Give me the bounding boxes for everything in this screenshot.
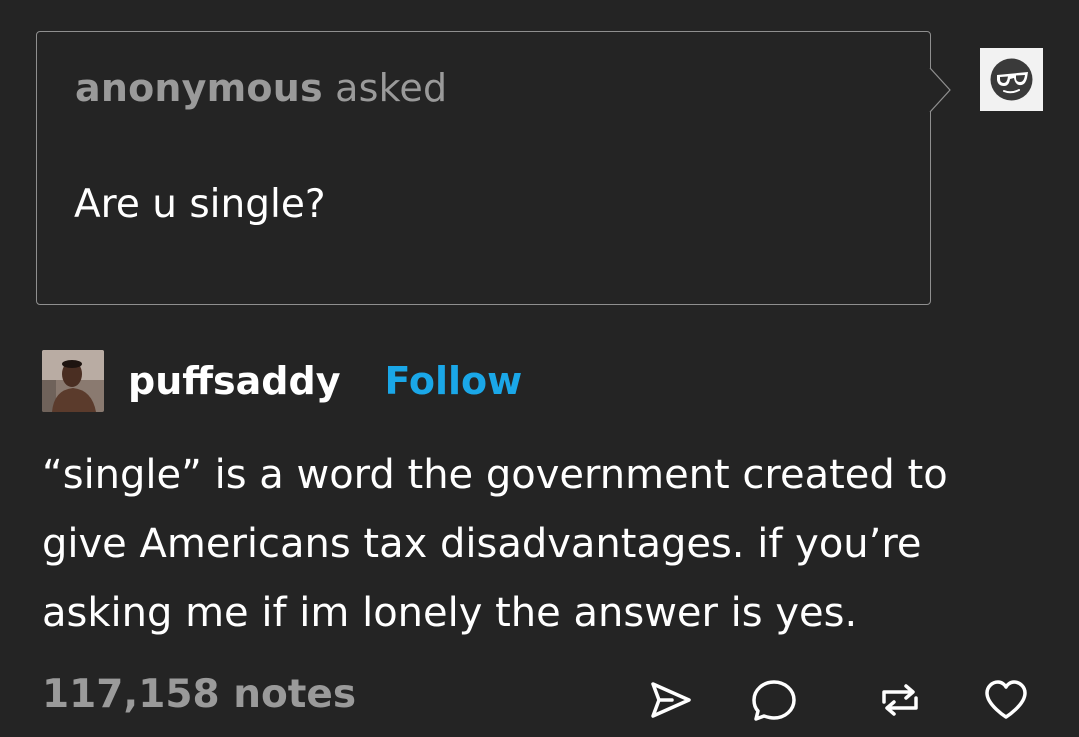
ask-pointer [929, 68, 951, 112]
reblog-button[interactable] [876, 676, 924, 724]
like-button[interactable] [982, 676, 1030, 724]
asker-avatar[interactable] [980, 48, 1043, 111]
asker-name: anonymous [75, 66, 323, 110]
ask-box: anonymous asked Are u single? [36, 31, 931, 305]
like-icon [985, 680, 1027, 719]
user-avatar-image [42, 350, 104, 412]
user-avatar[interactable] [42, 350, 104, 412]
post-header: puffsaddy Follow [42, 349, 522, 413]
follow-button[interactable]: Follow [384, 359, 522, 403]
notes-count[interactable]: 117,158 notes [42, 672, 356, 717]
reply-icon [752, 680, 796, 721]
sunglasses-face-icon [990, 58, 1033, 101]
post-card: anonymous asked Are u single? puffsaddy … [0, 0, 1079, 737]
reblog-icon [882, 684, 918, 716]
share-button[interactable] [646, 676, 694, 724]
asker-line: anonymous asked [75, 66, 447, 110]
username[interactable]: puffsaddy [128, 359, 340, 403]
ask-question: Are u single? [74, 182, 326, 227]
asked-label: asked [335, 66, 448, 110]
post-body: “single” is a word the government create… [42, 452, 948, 636]
reply-button[interactable] [750, 676, 798, 724]
share-icon [651, 682, 691, 718]
